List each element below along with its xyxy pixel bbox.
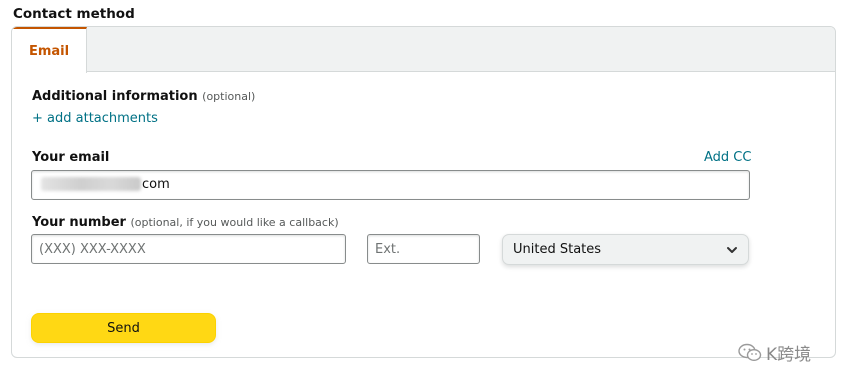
phone-number-input[interactable] [31, 234, 346, 264]
phone-ext-input[interactable] [367, 234, 480, 264]
additional-info-optional: (optional) [202, 90, 256, 103]
country-select[interactable]: United States [502, 234, 749, 265]
tab-email[interactable]: Email [12, 27, 87, 73]
your-number-title: Your number [32, 215, 126, 230]
email-redaction [41, 177, 141, 191]
watermark: K跨境 [738, 340, 811, 365]
add-cc-link[interactable]: Add CC [704, 150, 751, 165]
your-number-optional: (optional, if you would like a callback) [130, 216, 339, 229]
wechat-icon [738, 343, 762, 361]
country-select-value: United States [513, 242, 602, 257]
email-field-wrap: com [31, 170, 750, 200]
tab-bar: Email [12, 27, 835, 73]
your-email-label: Your email [32, 150, 110, 165]
send-button[interactable]: Send [31, 313, 216, 343]
additional-info-title: Additional information [32, 89, 198, 104]
chevron-down-icon [727, 247, 737, 253]
email-value-suffix: com [142, 177, 170, 192]
watermark-text: K跨境 [766, 345, 812, 365]
additional-info-label: Additional information (optional) [32, 89, 255, 104]
contact-method-panel: Email Additional information (optional) … [11, 26, 836, 358]
your-number-label: Your number (optional, if you would like… [32, 215, 339, 230]
section-title: Contact method [13, 6, 135, 22]
add-attachments-link[interactable]: + add attachments [32, 111, 158, 126]
